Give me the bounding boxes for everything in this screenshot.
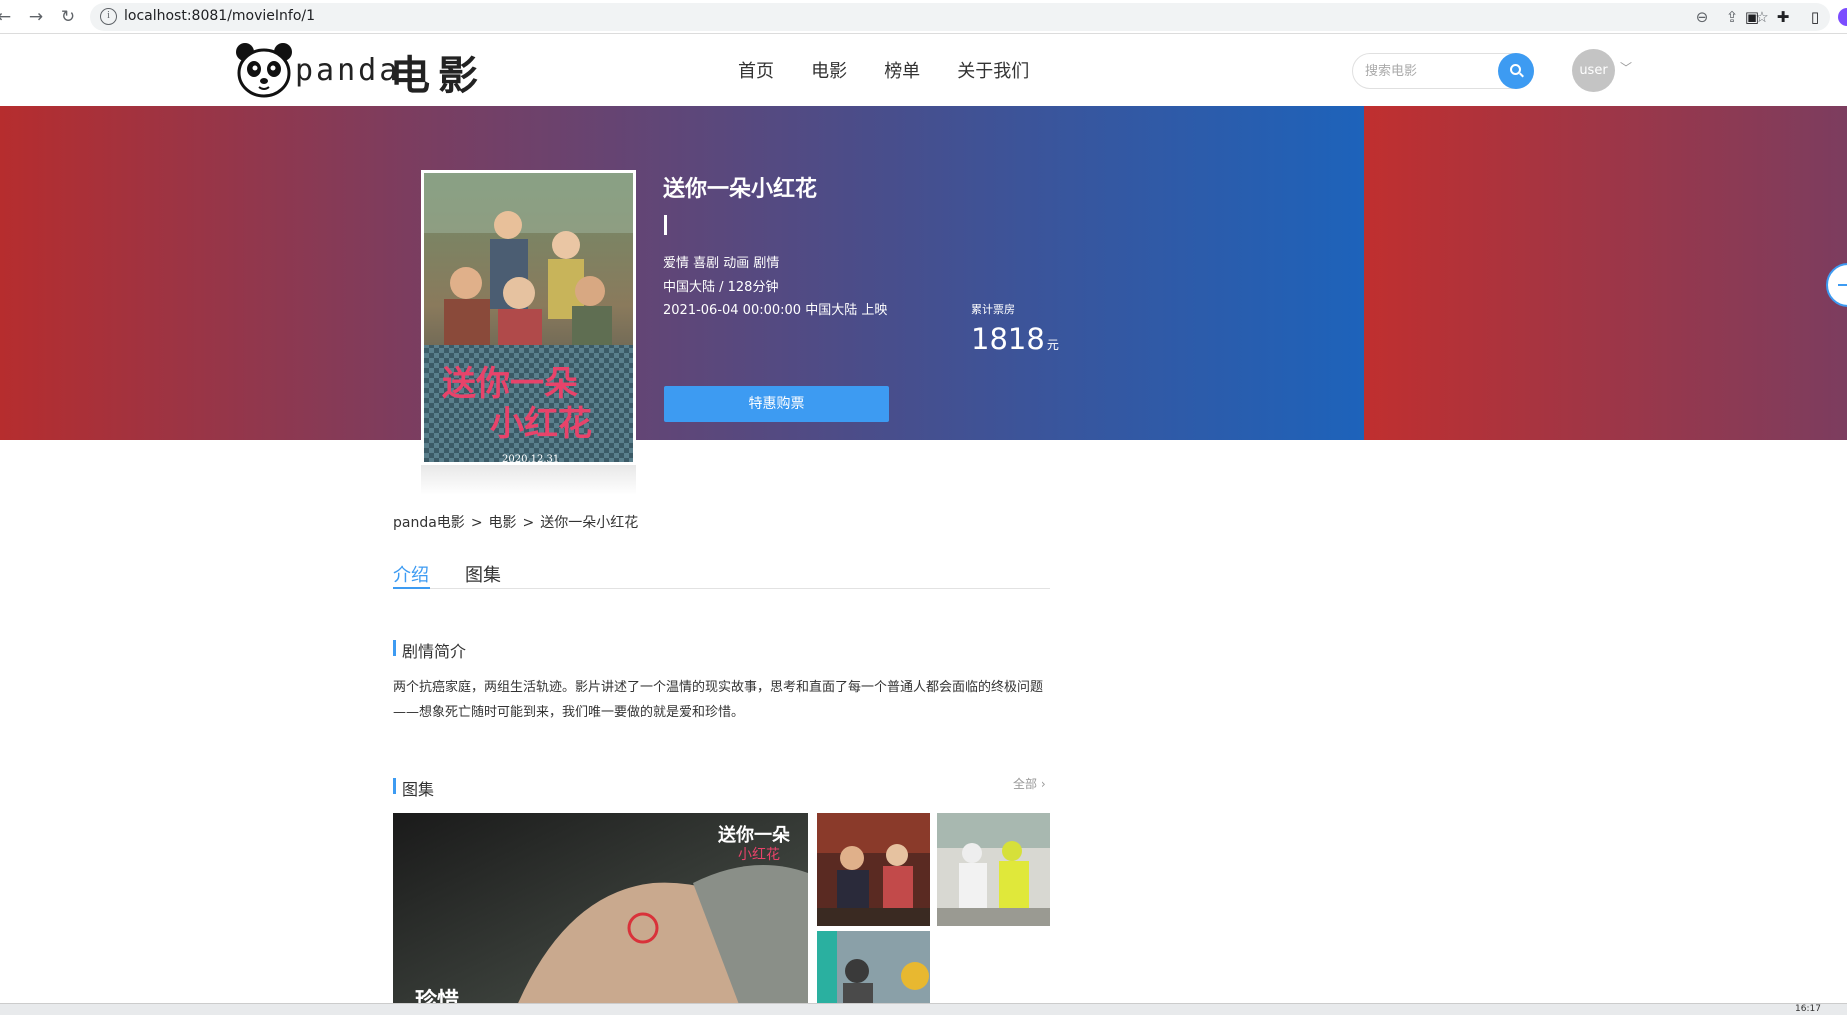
poster-image: 送你一朵 小红花 2020.12.31 (424, 173, 633, 465)
box-office-value: 1818 元 (971, 322, 1059, 356)
tab-gallery[interactable]: 图集 (465, 561, 501, 587)
zoom-icon[interactable]: ⊖ (1692, 7, 1712, 27)
gallery-thumb-1[interactable] (817, 813, 930, 926)
nav-rankings[interactable]: 榜单 (884, 57, 920, 83)
address-bar[interactable]: i localhost:8081/movieInfo/1 ⊖ ⇪ ☆ (90, 3, 1830, 31)
extension-icon[interactable]: ▣ (1742, 7, 1762, 27)
banner-right-panel (1364, 106, 1847, 440)
synopsis-heading: 剧情简介 (393, 638, 466, 662)
nav-home[interactable]: 首页 (738, 57, 774, 83)
buy-ticket-button[interactable]: 特惠购票 (664, 386, 889, 422)
back-icon[interactable]: ← (0, 5, 16, 29)
reload-icon[interactable]: ↻ (56, 5, 80, 29)
sidebar-icon[interactable]: ▯ (1805, 7, 1825, 27)
search-button[interactable] (1498, 53, 1534, 89)
gallery-thumb-2[interactable] (937, 813, 1050, 926)
movie-release-date: 2021-06-04 00:00:00 中国大陆 上映 (663, 303, 888, 318)
active-tab-indicator (393, 587, 430, 589)
box-office-unit: 元 (1046, 338, 1059, 352)
box-office-label: 累计票房 (971, 303, 1015, 316)
breadcrumb-movies[interactable]: 电影 (489, 515, 517, 531)
breadcrumb-current: 送你一朵小红花 (540, 515, 639, 531)
svg-text:小红花: 小红花 (738, 847, 780, 863)
svg-text:小红花: 小红花 (490, 404, 592, 444)
gallery-heading: 图集 (393, 776, 434, 800)
user-avatar[interactable]: user (1572, 49, 1615, 92)
main-nav: 首页 电影 榜单 关于我们 (738, 57, 1061, 83)
logo-text: panda (295, 53, 401, 88)
os-taskbar: 16:17 (0, 1003, 1847, 1015)
chevron-right-icon: › (1040, 777, 1046, 791)
forward-icon[interactable]: → (24, 5, 48, 29)
breadcrumb-home[interactable]: panda电影 (393, 515, 465, 531)
logo-chinese-text: 电影 (390, 53, 486, 99)
search-input[interactable] (1365, 62, 1485, 80)
panda-logo-icon (236, 43, 292, 98)
breadcrumb: panda电影 > 电影 > 送你一朵小红花 (393, 515, 639, 531)
synopsis-text: 两个抗癌家庭，两组生活轨迹。影片讲述了一个温情的现实故事，思考和直面了每一个普通… (393, 680, 1044, 720)
movie-poster: 送你一朵 小红花 2020.12.31 (421, 170, 636, 465)
gallery-all-label: 全部 (1013, 777, 1038, 791)
gallery-main-still: 送你一朵 小红花 珍惜 (393, 813, 808, 1015)
movie-english-name-bar (664, 215, 667, 235)
site-logo[interactable]: panda 电影 (235, 41, 505, 101)
taskbar-clock: 16:17 (1795, 1004, 1821, 1014)
detail-tabs: 介绍 图集 (393, 561, 1050, 589)
site-info-icon[interactable]: i (100, 8, 117, 25)
browser-toolbar: ← → ↻ i localhost:8081/movieInfo/1 ⊖ ⇪ ☆… (0, 0, 1847, 34)
tab-intro[interactable]: 介绍 (393, 561, 429, 587)
box-office-number: 1818 (971, 322, 1045, 356)
movie-country-duration: 中国大陆 / 128分钟 (663, 280, 779, 295)
movie-genres: 爱情 喜剧 动画 剧情 (663, 256, 780, 271)
browser-profile-avatar[interactable] (1838, 8, 1847, 26)
movie-title: 送你一朵小红花 (663, 177, 818, 202)
nav-about[interactable]: 关于我们 (957, 57, 1029, 83)
nav-movies[interactable]: 电影 (811, 57, 847, 83)
chevron-down-icon[interactable]: ﹀ (1620, 59, 1632, 76)
poster-shadow (421, 465, 636, 495)
svg-text:送你一朵: 送你一朵 (717, 824, 790, 846)
puzzle-icon[interactable]: ✚ (1773, 7, 1793, 27)
svg-text:送你一朵: 送你一朵 (442, 364, 578, 404)
site-header: panda 电影 首页 电影 榜单 关于我们 user ﹀ (0, 35, 1847, 106)
url-text[interactable]: localhost:8081/movieInfo/1 (124, 8, 315, 24)
share-icon[interactable]: ⇪ (1722, 7, 1742, 27)
gallery-main-image[interactable]: 送你一朵 小红花 珍惜 (393, 813, 808, 1015)
gallery-all-link[interactable]: 全部 › (1013, 775, 1046, 792)
poster-date: 2020.12.31 (502, 454, 559, 465)
